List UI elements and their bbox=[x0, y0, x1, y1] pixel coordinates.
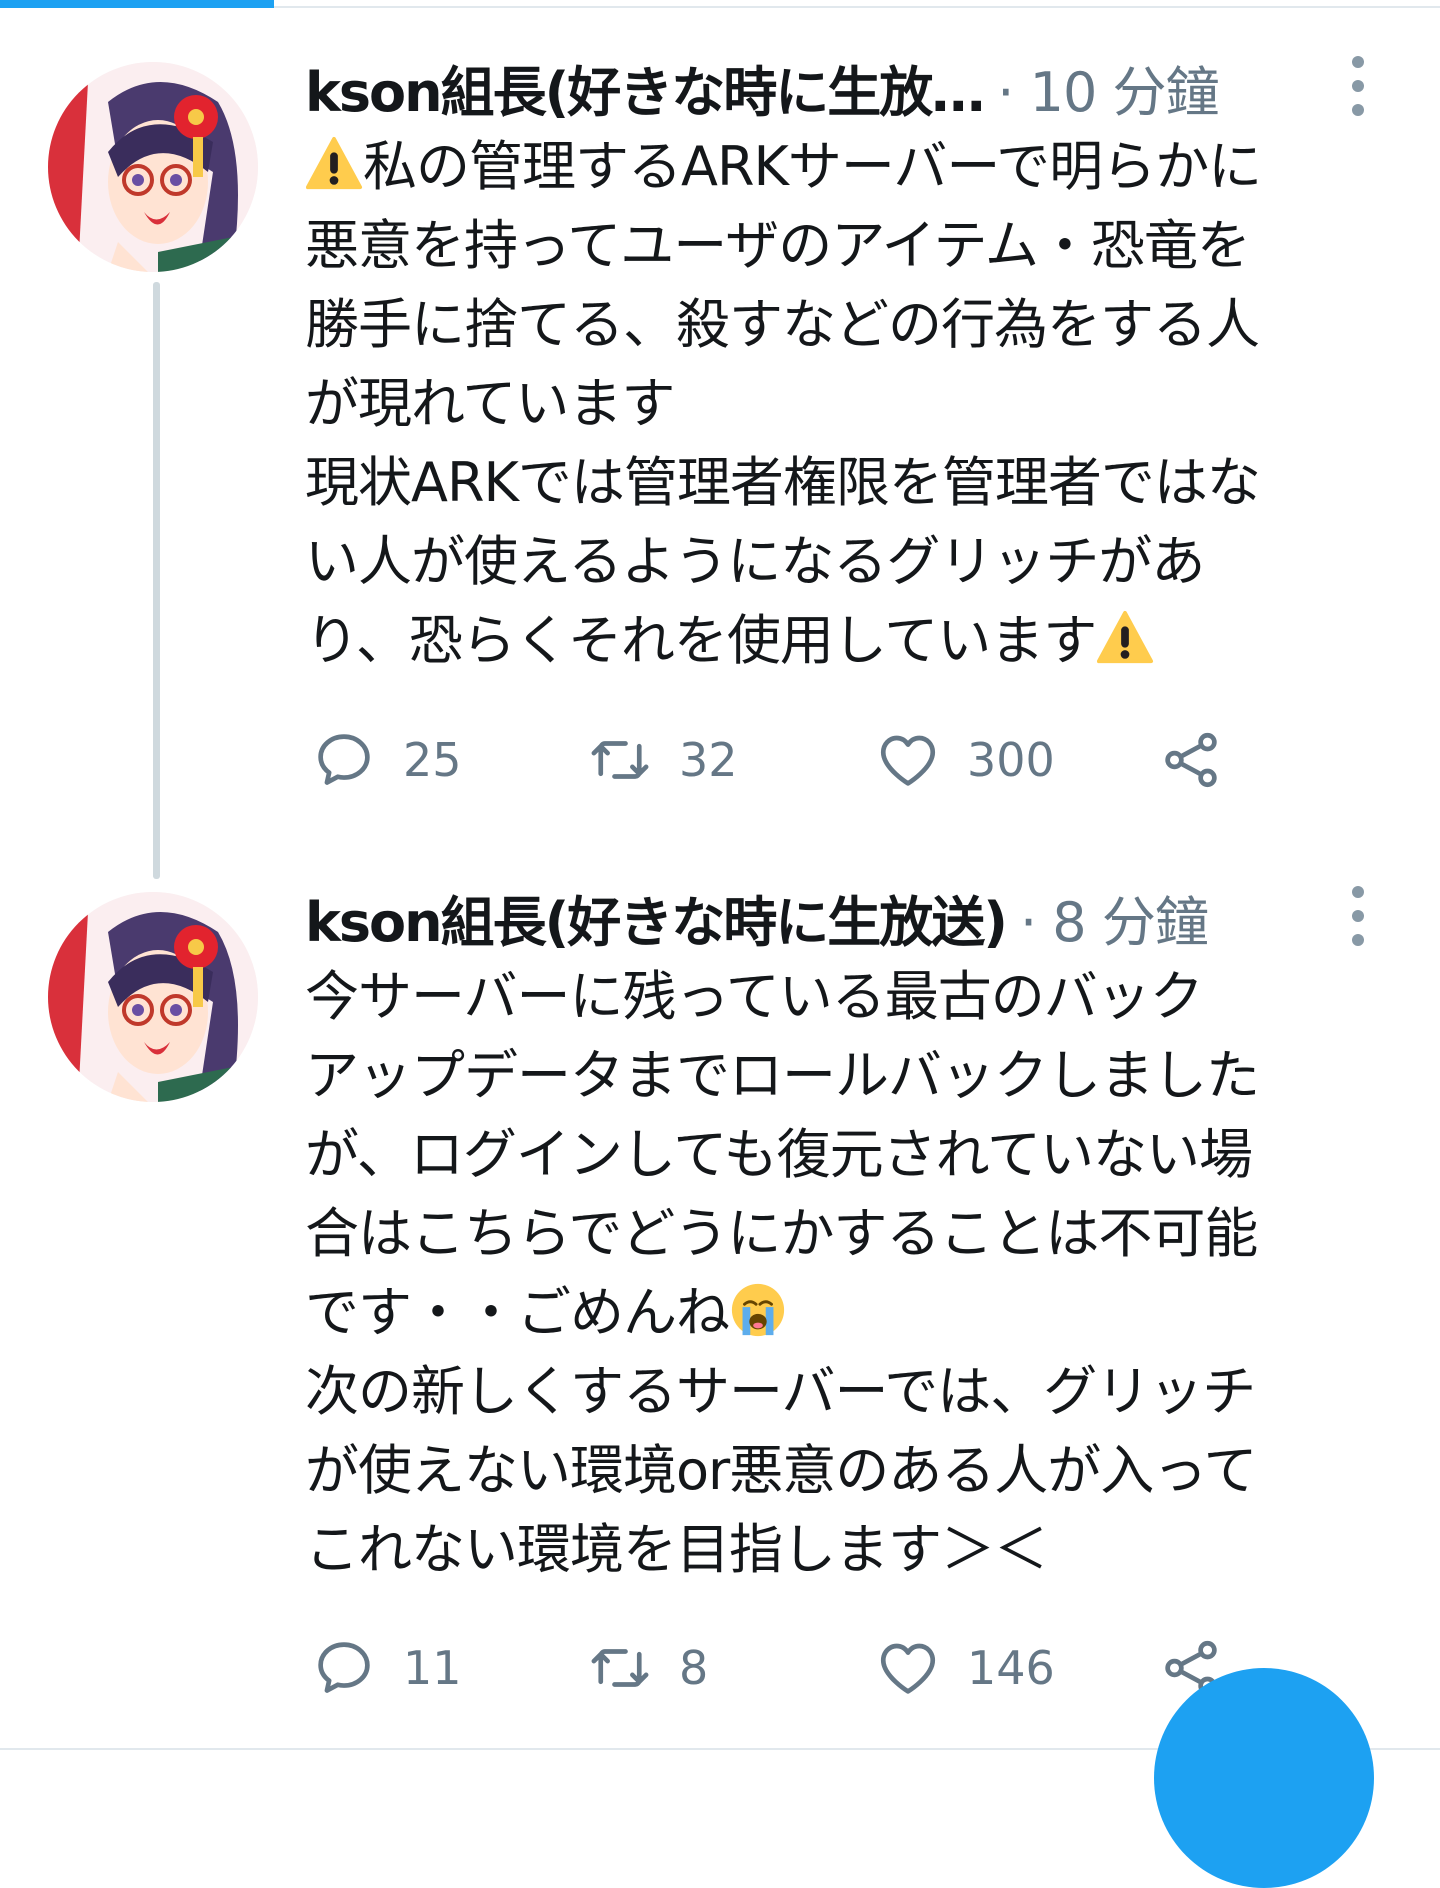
like-count: 146 bbox=[967, 1641, 1055, 1695]
tweet-line: 次の新しくするサーバーでは、グリッチ bbox=[305, 1360, 1256, 1423]
reply-count: 25 bbox=[403, 733, 462, 787]
heart-outline-icon bbox=[880, 735, 936, 786]
tweet-line: 勝手に捨てる、殺すなどの行為をする人 bbox=[305, 293, 1260, 356]
tweet-actions: 11 8 146 bbox=[305, 1628, 1245, 1708]
avatar[interactable] bbox=[48, 892, 258, 1102]
progress-bar bbox=[0, 0, 1440, 8]
share-button[interactable] bbox=[1158, 720, 1224, 800]
loudly-crying-face-emoji-icon bbox=[729, 1281, 787, 1339]
like-count: 300 bbox=[967, 733, 1055, 787]
tweet-line: 合はこちらでどうにかすることは不可能 bbox=[305, 1202, 1258, 1265]
tweet-header: kson組長(好きな時に生放… · 10 分鐘 bbox=[305, 52, 1400, 124]
warning-emoji-icon bbox=[1096, 609, 1154, 667]
thread-connector-line bbox=[153, 282, 160, 879]
more-options-icon[interactable] bbox=[1338, 56, 1378, 116]
tweet-line: 現状ARKでは管理者権限を管理者ではな bbox=[305, 451, 1261, 514]
retweet-button[interactable]: 8 bbox=[587, 1628, 708, 1708]
speech-bubble-icon bbox=[318, 1642, 370, 1693]
tweet-header: kson組長(好きな時に生放送) · 8 分鐘 bbox=[305, 882, 1400, 954]
tweet-line: 悪意を持ってユーザのアイテム・恐竜を bbox=[305, 214, 1251, 277]
tweet-line: です・・ごめんね bbox=[305, 1273, 1415, 1352]
retweet-count: 8 bbox=[679, 1641, 709, 1695]
tweet-line: 今サーバーに残っている最古のバック bbox=[305, 965, 1204, 1028]
tweet-timestamp[interactable]: · 10 分鐘 bbox=[997, 48, 1219, 127]
speech-bubble-icon bbox=[318, 734, 370, 785]
tweet-line: が使えない環境or悪意のある人が入って bbox=[305, 1439, 1258, 1502]
reply-button[interactable]: 11 bbox=[311, 1628, 462, 1708]
progress-bar-fill bbox=[0, 0, 274, 8]
compose-tweet-button[interactable] bbox=[1154, 1668, 1374, 1888]
retweet-arrows-icon bbox=[591, 1649, 649, 1687]
retweet-count: 32 bbox=[679, 733, 738, 787]
author-name[interactable]: kson組長(好きな時に生放… bbox=[305, 48, 983, 127]
reply-count: 11 bbox=[403, 1641, 462, 1695]
more-options-icon[interactable] bbox=[1338, 886, 1378, 946]
tweet-line: が、ログインしても復元されていない場 bbox=[305, 1123, 1253, 1186]
author-name[interactable]: kson組長(好きな時に生放送) bbox=[305, 878, 1006, 957]
retweet-arrows-icon bbox=[591, 741, 649, 779]
tweet-line: が現れています bbox=[305, 372, 675, 435]
tweet-line: アップデータまでロールバックしました bbox=[305, 1044, 1260, 1107]
like-button[interactable]: 146 bbox=[875, 1628, 1055, 1708]
avatar[interactable] bbox=[48, 62, 258, 272]
tweet-line: り、恐らくそれを使用しています bbox=[305, 601, 1415, 680]
share-nodes-icon bbox=[1165, 732, 1217, 788]
tweet-timestamp[interactable]: · 8 分鐘 bbox=[1020, 878, 1209, 957]
tweet-line: い人が使えるようになるグリッチがあ bbox=[305, 530, 1205, 593]
heart-outline-icon bbox=[880, 1643, 936, 1694]
retweet-button[interactable]: 32 bbox=[587, 720, 738, 800]
reply-button[interactable]: 25 bbox=[311, 720, 462, 800]
tweet-text: 今サーバーに残っている最古のバック アップデータまでロールバックしました が、ロ… bbox=[305, 957, 1415, 1589]
warning-emoji-icon bbox=[305, 135, 363, 193]
tweet-text: 私の管理するARKサーバーで明らかに 悪意を持ってユーザのアイテム・恐竜を 勝手… bbox=[305, 127, 1415, 680]
tweet-line: 私の管理するARKサーバーで明らかに bbox=[305, 127, 1415, 206]
tweet-line: これない環境を目指します＞＜ bbox=[305, 1518, 1048, 1581]
tweet-actions: 25 32 300 bbox=[305, 720, 1245, 800]
like-button[interactable]: 300 bbox=[875, 720, 1055, 800]
